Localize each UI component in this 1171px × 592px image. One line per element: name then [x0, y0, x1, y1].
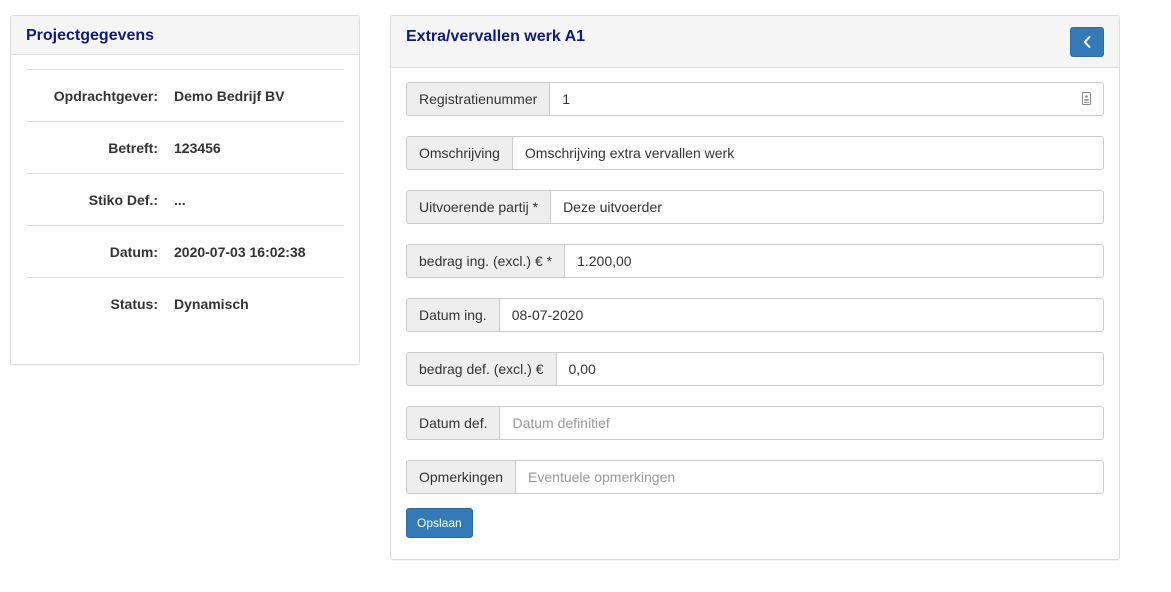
omschrijving-label: Omschrijving — [406, 136, 512, 170]
bedrag-def-label: bedrag def. (excl.) € — [406, 352, 556, 386]
info-value: 2020-07-03 16:02:38 — [174, 244, 306, 260]
project-info-panel: Projectgegevens Opdrachtgever: Demo Bedr… — [10, 15, 360, 365]
datum-def-input[interactable] — [499, 406, 1104, 440]
datum-ing-label: Datum ing. — [406, 298, 499, 332]
form-heading: Extra/vervallen werk A1 — [391, 16, 1119, 68]
info-label: Datum: — [109, 244, 158, 260]
info-row-datum: Datum: 2020-07-03 16:02:38 — [26, 225, 344, 277]
registratienummer-wrap — [549, 82, 1104, 116]
omschrijving-input[interactable] — [511, 136, 1104, 170]
uitvoerende-partij-input[interactable] — [550, 190, 1104, 224]
info-row-status: Status: Dynamisch — [26, 277, 344, 329]
info-row-stiko-def: Stiko Def.: ... — [26, 173, 344, 225]
registratienummer-group: Registratienummer — [406, 82, 1104, 116]
bedrag-ing-group: bedrag ing. (excl.) € * — [406, 244, 1104, 278]
bedrag-def-input[interactable] — [555, 352, 1104, 386]
registratienummer-label: Registratienummer — [406, 82, 550, 116]
id-card-icon — [1082, 92, 1091, 105]
datum-def-group: Datum def. — [406, 406, 1104, 440]
omschrijving-group: Omschrijving — [406, 136, 1104, 170]
form-title: Extra/vervallen werk A1 — [406, 28, 586, 45]
uitvoerende-partij-group: Uitvoerende partij * — [406, 190, 1104, 224]
bedrag-ing-label: bedrag ing. (excl.) € * — [406, 244, 565, 278]
save-button[interactable]: Opslaan — [406, 508, 473, 538]
opmerkingen-input[interactable] — [515, 460, 1104, 494]
chevron-left-icon — [1083, 36, 1091, 48]
uitvoerende-partij-label: Uitvoerende partij * — [406, 190, 551, 224]
info-label: Status: — [110, 296, 158, 312]
form-body: Registratienummer Omschrijving Uitvoeren… — [406, 82, 1104, 538]
datum-ing-group: Datum ing. — [406, 298, 1104, 332]
extra-work-form-panel: Extra/vervallen werk A1 Registratienumme… — [390, 15, 1120, 560]
info-value: ... — [174, 192, 186, 208]
opmerkingen-group: Opmerkingen — [406, 460, 1104, 494]
project-info-title: Projectgegevens — [26, 27, 155, 44]
project-info-list: Opdrachtgever: Demo Bedrijf BV Betreft: … — [26, 69, 344, 329]
datum-def-label: Datum def. — [406, 406, 500, 440]
opmerkingen-label: Opmerkingen — [406, 460, 516, 494]
info-value: 123456 — [174, 140, 221, 156]
datum-ing-input[interactable] — [498, 298, 1104, 332]
bedrag-ing-input[interactable] — [564, 244, 1104, 278]
back-button[interactable] — [1070, 27, 1104, 57]
info-label: Betreft: — [108, 140, 158, 156]
info-row-betreft: Betreft: 123456 — [26, 121, 344, 173]
info-value: Dynamisch — [174, 296, 249, 312]
info-row-opdrachtgever: Opdrachtgever: Demo Bedrijf BV — [26, 69, 344, 121]
info-label: Opdrachtgever: — [53, 88, 158, 104]
registratienummer-input[interactable] — [549, 82, 1104, 116]
info-label: Stiko Def.: — [88, 192, 158, 208]
info-value: Demo Bedrijf BV — [174, 88, 285, 104]
bedrag-def-group: bedrag def. (excl.) € — [406, 352, 1104, 386]
project-info-heading: Projectgegevens — [11, 16, 359, 55]
